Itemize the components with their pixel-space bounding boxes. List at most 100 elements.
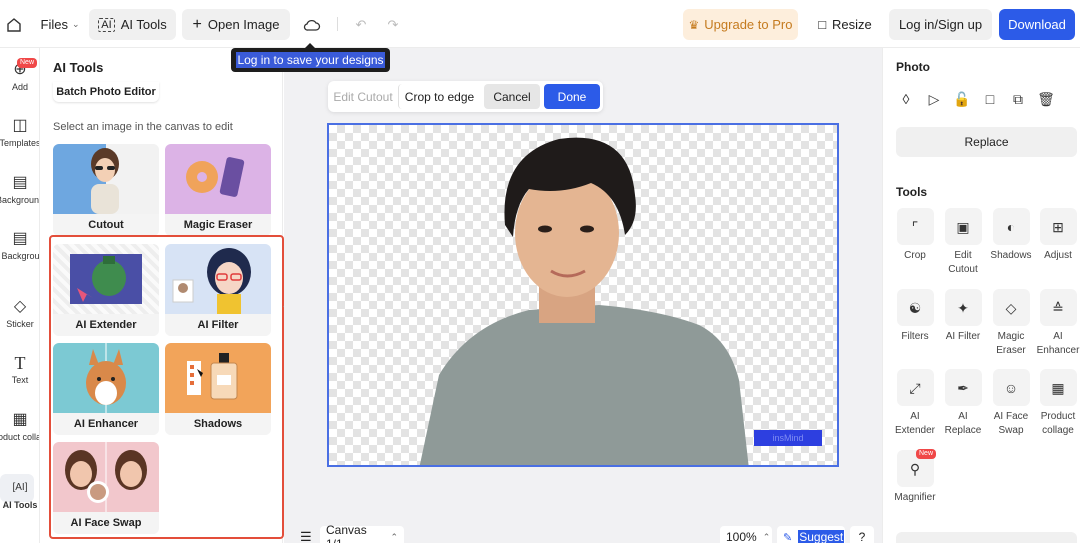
ai-icon: AI bbox=[98, 17, 115, 32]
tool-product-collage[interactable]: ▦ Product collage bbox=[1035, 369, 1080, 438]
chevron-up-icon: ⌃ bbox=[762, 531, 771, 542]
login-button[interactable]: Log in/Sign up bbox=[889, 9, 992, 40]
highlight-box bbox=[49, 235, 284, 539]
redo-icon: ↷ bbox=[387, 16, 399, 32]
ai-filter-icon: ✦ bbox=[944, 289, 982, 326]
cloud-save-button[interactable] bbox=[300, 9, 324, 40]
tool-label: Shadows bbox=[990, 250, 1032, 261]
layers-icon[interactable]: ◊ bbox=[896, 89, 916, 109]
face-swap-icon: ☺ bbox=[992, 369, 1030, 406]
ai-tools-button[interactable]: AI AI Tools bbox=[89, 9, 176, 40]
edit-cutout-button[interactable]: Edit Cutout bbox=[328, 84, 398, 109]
suggest-icon: ✎ bbox=[783, 531, 793, 543]
watermark: insMind bbox=[754, 430, 822, 446]
tool-shadows[interactable]: ◐ Shadows bbox=[988, 208, 1034, 263]
upgrade-button[interactable]: ♛ Upgrade to Pro bbox=[683, 9, 798, 40]
eraser-icon: ◇ bbox=[992, 289, 1030, 326]
paint-icon[interactable]: □ bbox=[980, 89, 1000, 109]
rail-item-background[interactable]: ▤ Background bbox=[0, 173, 39, 206]
rail-item-text[interactable]: T Text bbox=[0, 353, 39, 386]
card-label: Cutout bbox=[53, 214, 159, 236]
ai-background-icon: ▤ bbox=[12, 230, 28, 247]
rail-item-templates[interactable]: ◫ Templates bbox=[0, 116, 40, 149]
download-label: Download bbox=[1008, 17, 1066, 32]
tool-ai-filter[interactable]: ✦ AI Filter bbox=[940, 289, 986, 344]
rail-item-product-collage[interactable]: ▦ Product collage bbox=[0, 410, 39, 443]
download-button[interactable]: Download bbox=[999, 9, 1075, 40]
tool-label: AI Enhancer bbox=[1036, 331, 1080, 356]
rail-item-ai-background[interactable]: ▤ AI Background bbox=[0, 229, 40, 262]
redo-button[interactable]: ↷ bbox=[382, 9, 404, 40]
rail-label: Templates bbox=[0, 138, 40, 148]
rail-label: Sticker bbox=[6, 319, 34, 329]
tool-ai-replace[interactable]: ✒ AI Replace bbox=[940, 369, 986, 438]
undo-button[interactable]: ↶ bbox=[350, 9, 372, 40]
tool-ai-face-swap[interactable]: ☺ AI Face Swap bbox=[988, 369, 1034, 438]
text-icon: T bbox=[14, 353, 26, 373]
lock-icon[interactable]: 🔓 bbox=[952, 89, 972, 109]
ai-tools-label: AI Tools bbox=[120, 17, 167, 32]
help-button[interactable]: ? bbox=[850, 526, 874, 543]
tool-label: Adjust bbox=[1044, 250, 1072, 261]
template-icon: ◫ bbox=[12, 117, 28, 134]
rail-item-add[interactable]: ⊕ New Add bbox=[0, 58, 39, 93]
collage-icon: ▦ bbox=[12, 411, 28, 428]
tool-magic-eraser[interactable]: ◇ Magic Eraser bbox=[988, 289, 1034, 358]
edit-cutout-icon: ▣ bbox=[944, 208, 982, 245]
tool-ai-extender[interactable]: ⤢ AI Extender bbox=[892, 369, 938, 438]
tool-magnifier[interactable]: ⚲ New Magnifier bbox=[892, 449, 938, 505]
replace-button[interactable]: Replace bbox=[896, 127, 1077, 157]
canvas-pager[interactable]: Canvas 1/1 ⌃ bbox=[320, 523, 404, 543]
chevron-up-icon: ⌃ bbox=[390, 531, 398, 542]
tool-label: Product collage bbox=[1040, 411, 1076, 436]
crop-icon: ⌜ bbox=[896, 208, 934, 245]
tool-crop[interactable]: ⌜ Crop bbox=[892, 208, 938, 263]
canvas-frame[interactable]: insMind bbox=[327, 123, 839, 467]
zoom-control[interactable]: 100% ⌃ bbox=[720, 526, 772, 543]
tool-label: Crop bbox=[904, 250, 926, 261]
rail-item-ai-tools[interactable]: [AI] AI Tools bbox=[0, 478, 39, 511]
login-label: Log in/Sign up bbox=[898, 17, 983, 32]
rail-label: AI Background bbox=[0, 251, 40, 261]
rail-label: Background bbox=[0, 195, 39, 205]
duplicate-icon[interactable]: ⧉ bbox=[1008, 89, 1028, 109]
crop-to-edge-button[interactable]: Crop to edge bbox=[398, 84, 480, 109]
suggest-button[interactable]: ✎ Suggest bbox=[777, 526, 845, 543]
panel-hint: Select an image in the canvas to edit bbox=[53, 121, 233, 133]
tool-label: AI Face Swap bbox=[993, 411, 1029, 436]
tool-label: Magic Eraser bbox=[996, 331, 1026, 356]
rail-label: AI Tools bbox=[2, 500, 38, 510]
layers-icon: ☰ bbox=[300, 529, 312, 543]
tool-edit-cutout[interactable]: ▣ Edit Cutout bbox=[940, 208, 986, 277]
flip-icon[interactable]: ▷ bbox=[924, 89, 944, 109]
magic-eraser-thumbnail bbox=[165, 144, 271, 214]
properties-panel: Photo ◊ ▷ 🔓 □ ⧉ 🗑 Replace Tools ⌜ Crop ▣… bbox=[882, 48, 1080, 543]
done-button[interactable]: Done bbox=[544, 84, 600, 109]
batch-photo-editor-button[interactable]: Batch Photo Editor bbox=[53, 82, 159, 102]
panel-title: AI Tools bbox=[53, 60, 104, 75]
layers-button[interactable]: ☰ bbox=[294, 526, 318, 543]
open-image-button[interactable]: + Open Image bbox=[182, 9, 290, 40]
crown-icon: ♛ bbox=[688, 17, 700, 32]
tool-filters[interactable]: ☯ Filters bbox=[892, 289, 938, 344]
tool-label: Edit Cutout bbox=[948, 250, 978, 275]
adjust-icon: ⊞ bbox=[1039, 208, 1077, 245]
tool-label: Magnifier bbox=[894, 492, 936, 503]
resize-icon: □ bbox=[818, 17, 827, 32]
rail-item-sticker[interactable]: ◇ Sticker bbox=[0, 297, 39, 330]
upgrade-label: Upgrade to Pro bbox=[704, 17, 793, 32]
resize-button[interactable]: □ Resize bbox=[812, 9, 878, 40]
trash-icon[interactable]: 🗑 bbox=[1036, 89, 1056, 109]
chevron-down-icon: ⌄ bbox=[71, 19, 80, 29]
enhancer-icon: ≙ bbox=[1039, 289, 1077, 326]
tool-card-magic-eraser[interactable]: Magic Eraser bbox=[165, 144, 271, 236]
files-menu[interactable]: Files ⌄ bbox=[40, 9, 80, 40]
zoom-value: 100% bbox=[726, 530, 757, 543]
home-button[interactable] bbox=[4, 9, 24, 40]
tool-card-cutout[interactable]: Cutout bbox=[53, 144, 159, 236]
cancel-button[interactable]: Cancel bbox=[484, 84, 540, 109]
files-label: Files bbox=[40, 17, 68, 32]
card-label: Magic Eraser bbox=[165, 214, 271, 236]
tool-adjust[interactable]: ⊞ Adjust bbox=[1035, 208, 1080, 263]
tool-ai-enhancer[interactable]: ≙ AI Enhancer bbox=[1035, 289, 1080, 358]
